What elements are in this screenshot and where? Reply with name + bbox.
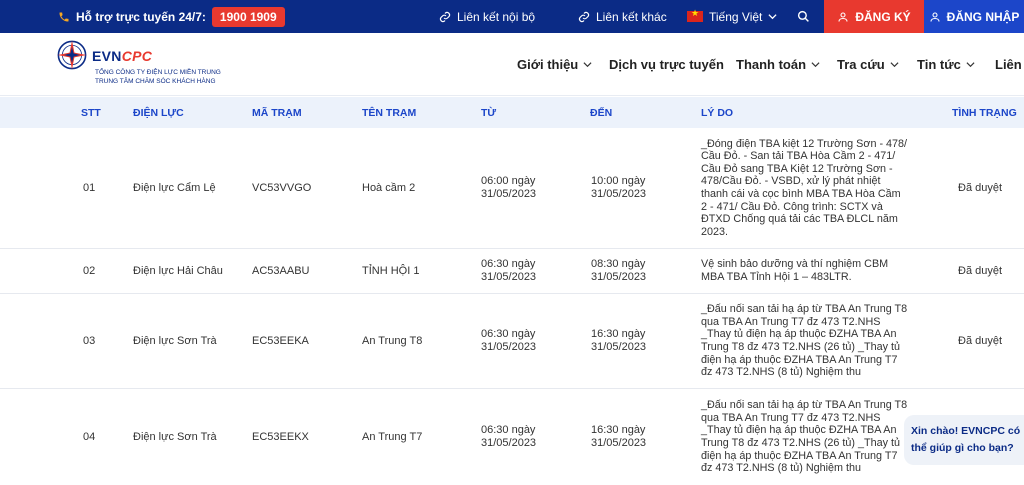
language-label: Tiếng Việt — [709, 9, 763, 24]
login-button[interactable]: ĐĂNG NHẬP — [924, 0, 1024, 33]
cell-reason: _Đấu nối san tải hạ áp từ TBA An Trung T… — [701, 303, 908, 379]
hotline: Hỗ trợ trực tuyến 24/7: 1900 1909 — [58, 0, 285, 33]
col-header-status: TÌNH TRẠNG — [952, 106, 1017, 119]
top-bar: Hỗ trợ trực tuyến 24/7: 1900 1909 Liên k… — [0, 0, 1024, 33]
table-row: 04 Điện lực Sơn Trà EC53EEKX An Trung T7… — [0, 389, 1024, 485]
cell-power-company: Điện lực Sơn Trà — [133, 430, 217, 443]
cell-from: 06:00 ngày 31/05/2023 — [481, 175, 537, 200]
cell-from: 06:30 ngày 31/05/2023 — [481, 258, 537, 283]
cell-station-name: An Trung T8 — [362, 334, 423, 347]
cell-reason: _Đóng điện TBA kiệt 12 Trường Sơn - 478/… — [701, 137, 908, 238]
table-row: 02 Điện lực Hải Châu AC53AABU TỈNH HỘI 1… — [0, 249, 1024, 294]
cell-station-code: EC53EEKA — [252, 334, 309, 347]
table-row: 03 Điện lực Sơn Trà EC53EEKA An Trung T8… — [0, 294, 1024, 389]
chat-widget[interactable]: Xin chào! EVNCPC có thể giúp gì cho bạn? — [904, 415, 1024, 465]
col-header-stt: STT — [81, 106, 101, 119]
evn-logo-icon — [57, 40, 87, 70]
cell-to: 16:30 ngày 31/05/2023 — [591, 328, 647, 353]
hotline-number[interactable]: 1900 1909 — [211, 6, 285, 27]
cell-power-company: Điện lực Cẩm Lệ — [133, 181, 216, 194]
col-header-from: TỪ — [481, 106, 497, 119]
site-header: EVNCPC TỔNG CÔNG TY ĐIỆN LỰC MIỀN TRUNG … — [0, 33, 1024, 96]
cell-to: 16:30 ngày 31/05/2023 — [591, 424, 647, 449]
chevron-down-icon — [768, 14, 777, 20]
cell-station-code: AC53AABU — [252, 264, 310, 277]
other-links-link[interactable]: Liên kết khác — [578, 0, 667, 33]
chat-greeting-line-1: Xin chào! EVNCPC có — [911, 425, 1021, 437]
cell-to: 10:00 ngày 31/05/2023 — [591, 175, 647, 200]
nav-online-services[interactable]: Dịch vụ trực tuyến — [609, 33, 724, 96]
col-header-power-company: ĐIỆN LỰC — [133, 106, 184, 119]
cell-stt: 02 — [83, 264, 96, 277]
link-icon — [439, 11, 451, 23]
brand-name: EVNCPC — [92, 48, 153, 64]
cell-station-code: VC53VVGO — [252, 181, 312, 194]
link-icon — [578, 11, 590, 23]
user-icon — [929, 11, 941, 23]
other-links-label: Liên kết khác — [596, 9, 667, 24]
cell-to: 08:30 ngày 31/05/2023 — [591, 258, 647, 283]
search-icon — [797, 10, 810, 23]
cell-station-name: An Trung T7 — [362, 430, 423, 443]
nav-intro[interactable]: Giới thiệu — [517, 33, 592, 96]
vietnam-flag-icon — [687, 8, 703, 22]
cell-status: Đã duyệt — [958, 334, 1003, 347]
user-icon — [837, 11, 849, 23]
cell-status: Đã duyệt — [958, 264, 1003, 277]
cell-station-name: TỈNH HỘI 1 — [362, 264, 420, 277]
chevron-down-icon — [811, 62, 820, 68]
language-selector[interactable]: Tiếng Việt — [687, 0, 777, 33]
nav-payment[interactable]: Thanh toán — [736, 33, 820, 96]
cell-stt: 03 — [83, 334, 96, 347]
cell-power-company: Điện lực Sơn Trà — [133, 334, 217, 347]
cell-from: 06:30 ngày 31/05/2023 — [481, 328, 537, 353]
internal-links-link[interactable]: Liên kết nội bộ — [439, 0, 535, 33]
search-button[interactable] — [797, 0, 810, 33]
cell-station-name: Hoà cầm 2 — [362, 181, 416, 194]
col-header-to: ĐẾN — [590, 106, 613, 119]
nav-lookup[interactable]: Tra cứu — [837, 33, 899, 96]
table-header: STT ĐIỆN LỰC MÃ TRẠM TÊN TRẠM TỪ ĐẾN LÝ … — [0, 97, 1024, 128]
cell-station-code: EC53EEKX — [252, 430, 309, 443]
nav-contact[interactable]: Liên h — [995, 33, 1024, 96]
cell-power-company: Điện lực Hải Châu — [133, 264, 223, 277]
chevron-down-icon — [890, 62, 899, 68]
register-label: ĐĂNG KÝ — [855, 9, 911, 24]
cell-reason: Vệ sinh bảo dưỡng và thí nghiệm CBM MBA T… — [701, 258, 889, 283]
internal-links-label: Liên kết nội bộ — [457, 9, 536, 24]
cell-status: Đã duyệt — [958, 181, 1003, 194]
login-label: ĐĂNG NHẬP — [946, 9, 1020, 24]
col-header-station-code: MÃ TRẠM — [252, 106, 302, 119]
brand-subtitle: TỔNG CÔNG TY ĐIỆN LỰC MIỀN TRUNG TRUNG T… — [95, 69, 221, 85]
cell-stt: 04 — [83, 430, 96, 443]
register-button[interactable]: ĐĂNG KÝ — [824, 0, 924, 33]
chat-greeting-line-2: thể giúp gì cho bạn? — [911, 442, 1014, 454]
chevron-down-icon — [583, 62, 592, 68]
cell-stt: 01 — [83, 181, 96, 194]
chevron-down-icon — [966, 62, 975, 68]
table-row: 01 Điện lực Cẩm Lệ VC53VVGO Hoà cầm 2 06… — [0, 128, 1024, 249]
col-header-station-name: TÊN TRẠM — [362, 106, 417, 119]
logo[interactable]: EVNCPC TỔNG CÔNG TY ĐIỆN LỰC MIỀN TRUNG … — [56, 39, 221, 85]
nav-news[interactable]: Tin tức — [917, 33, 975, 96]
col-header-reason: LÝ DO — [701, 106, 734, 119]
cell-reason: _Đấu nối san tải hạ áp từ TBA An Trung T… — [701, 399, 908, 475]
phone-icon — [58, 11, 70, 23]
cell-from: 06:30 ngày 31/05/2023 — [481, 424, 537, 449]
hotline-label: Hỗ trợ trực tuyến 24/7: — [76, 9, 206, 24]
